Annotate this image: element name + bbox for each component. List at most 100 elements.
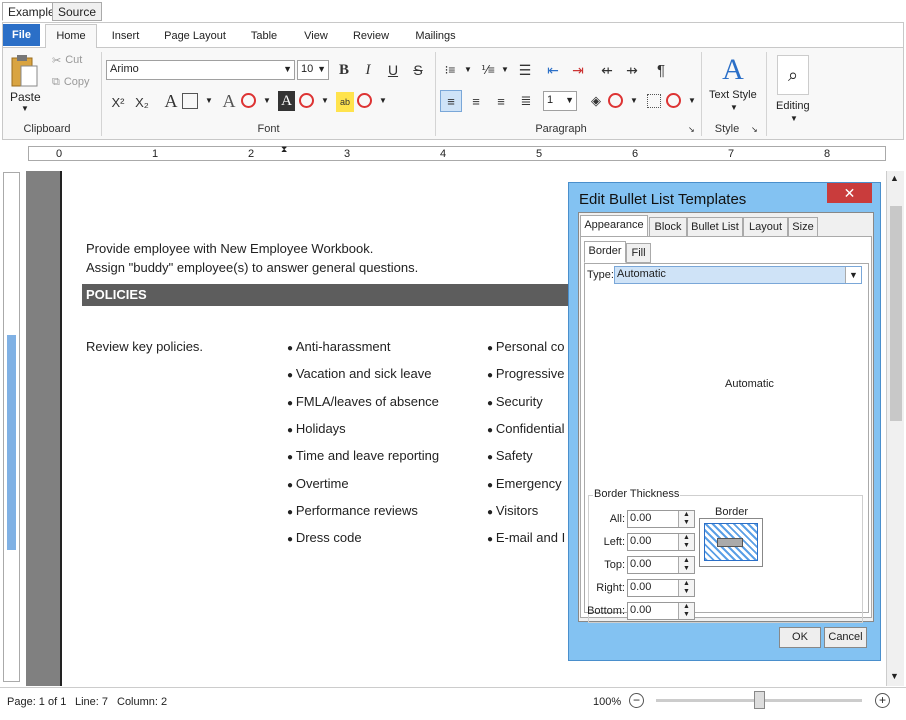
ruler-selection	[7, 335, 16, 550]
chevron-down-icon[interactable]: ▼	[379, 96, 387, 105]
line-spacing-combo[interactable]: 1 ▼	[543, 91, 577, 111]
font-color-button[interactable]: A	[162, 90, 180, 112]
no-color-icon[interactable]	[299, 93, 314, 108]
zoom-in-icon[interactable]: +	[875, 693, 890, 708]
chevron-down-icon[interactable]: ▼	[501, 65, 509, 74]
dialog-body: Appearance Block Bullet List Layout Size…	[578, 212, 874, 623]
indent-left-button[interactable]: ⇷	[598, 60, 616, 80]
strikethrough-button[interactable]: S	[410, 60, 426, 80]
thickness-spinner[interactable]: 0.00 ▲ ▼	[627, 510, 695, 528]
increase-indent-button[interactable]: ⇥	[569, 60, 587, 80]
spinner-arrows-icon[interactable]: ▲ ▼	[678, 580, 694, 596]
tab-border[interactable]: Border	[584, 241, 626, 263]
thickness-spinner[interactable]: 0.00 ▲ ▼	[627, 579, 695, 597]
ok-button[interactable]: OK	[779, 627, 821, 648]
spinner-arrows-icon[interactable]: ▲ ▼	[678, 534, 694, 550]
no-color-icon[interactable]	[666, 93, 681, 108]
indent-marker[interactable]: ⧗	[281, 144, 287, 155]
scroll-up-icon[interactable]: ▲	[890, 173, 899, 183]
no-color-icon[interactable]	[357, 93, 372, 108]
chevron-down-icon[interactable]: ▼	[464, 65, 472, 74]
chevron-down-icon[interactable]: ▼	[263, 96, 271, 105]
border-icon[interactable]	[182, 93, 198, 109]
chevron-down-icon[interactable]: ▼	[21, 104, 29, 113]
align-right-button[interactable]: ≡	[492, 91, 510, 111]
spinner-arrows-icon[interactable]: ▲ ▼	[678, 511, 694, 527]
no-color-icon[interactable]	[241, 93, 256, 108]
thickness-spinner[interactable]: 0.00 ▲ ▼	[627, 556, 695, 574]
italic-button[interactable]: I	[360, 60, 376, 80]
policies-heading: POLICIES	[82, 284, 572, 306]
pilcrow-button[interactable]: ¶	[652, 60, 670, 80]
close-icon[interactable]: ✕	[827, 183, 872, 203]
tab-layout[interactable]: Layout	[743, 217, 788, 237]
tab-view[interactable]: View	[295, 25, 337, 47]
cancel-button[interactable]: Cancel	[824, 627, 867, 648]
cut-button[interactable]: ✂ Cut	[52, 54, 82, 67]
tab-source[interactable]: Source	[52, 2, 103, 21]
underline-button[interactable]: U	[385, 60, 401, 80]
chevron-down-icon[interactable]: ▼	[730, 103, 738, 112]
text-outline-button[interactable]: A	[220, 90, 238, 112]
no-color-icon[interactable]	[608, 93, 623, 108]
chevron-down-icon[interactable]: ▼	[630, 96, 638, 105]
tab-page-layout[interactable]: Page Layout	[156, 25, 234, 47]
tab-appearance[interactable]: Appearance	[580, 215, 648, 237]
shading-button[interactable]: ◈	[587, 91, 605, 111]
bold-button[interactable]: B	[336, 60, 352, 80]
zoom-out-icon[interactable]: −	[629, 693, 644, 708]
indent-right-button[interactable]: ⇸	[623, 60, 641, 80]
spinner-arrows-icon[interactable]: ▲ ▼	[678, 603, 694, 619]
dialog-launcher-icon[interactable]: ↘	[688, 125, 695, 134]
highlight-button[interactable]: ab	[336, 92, 354, 112]
chevron-down-icon[interactable]: ▼	[688, 96, 696, 105]
numbering-button[interactable]: ⅟≡	[479, 60, 497, 80]
zoom-slider-thumb[interactable]	[754, 691, 765, 709]
spinner-arrows-icon[interactable]: ▲ ▼	[678, 557, 694, 573]
text-highlight-button[interactable]: A	[278, 91, 295, 111]
type-select[interactable]: Automatic ▼	[614, 266, 862, 284]
tab-mailings[interactable]: Mailings	[408, 25, 463, 47]
font-size-combo[interactable]: 10 ▼	[297, 60, 329, 80]
dialog-launcher-icon[interactable]: ↘	[751, 125, 758, 134]
justify-button[interactable]: ≣	[517, 91, 535, 111]
tab-insert[interactable]: Insert	[103, 25, 148, 47]
align-center-button[interactable]: ≡	[467, 91, 485, 111]
zoom-level: 100%	[593, 696, 622, 708]
type-label: Type:	[587, 269, 614, 281]
tab-block[interactable]: Block	[649, 217, 687, 237]
scroll-down-icon[interactable]: ▼	[890, 671, 899, 681]
vertical-scrollbar[interactable]: ▲ ▼	[886, 171, 904, 686]
thickness-spinner[interactable]: 0.00 ▲ ▼	[627, 602, 695, 620]
superscript-button[interactable]: X²	[109, 92, 127, 112]
align-left-button[interactable]: ≡	[440, 90, 462, 112]
editing-label[interactable]: Editing	[776, 100, 810, 112]
clipboard-group-label: Clipboard	[23, 123, 71, 135]
tab-table[interactable]: Table	[243, 25, 285, 47]
scrollbar-thumb[interactable]	[890, 206, 902, 421]
ruler-number: 6	[632, 148, 639, 160]
tab-size[interactable]: Size	[788, 217, 818, 237]
subscript-button[interactable]: X₂	[133, 92, 151, 112]
font-name-combo[interactable]: Arimo ▼	[106, 60, 295, 80]
tab-file[interactable]: File	[3, 24, 40, 46]
multilevel-list-button[interactable]: ☰	[516, 60, 534, 80]
tab-home[interactable]: Home	[45, 24, 97, 48]
thickness-spinner[interactable]: 0.00 ▲ ▼	[627, 533, 695, 551]
tab-bullet-list[interactable]: Bullet List	[687, 217, 743, 237]
tab-fill[interactable]: Fill	[626, 243, 651, 263]
decrease-indent-button[interactable]: ⇤	[544, 60, 562, 80]
bullets-button[interactable]: ⁝≡	[442, 60, 458, 80]
thickness-label: Bottom:	[587, 605, 625, 617]
chevron-down-icon[interactable]: ▼	[845, 267, 861, 283]
bullet-item: ● Holidays	[287, 421, 346, 436]
chevron-down-icon[interactable]: ▼	[790, 114, 798, 123]
text-style-icon[interactable]: A	[715, 52, 751, 88]
borders-button[interactable]	[647, 94, 661, 108]
copy-button[interactable]: ⧉ Copy	[52, 76, 90, 89]
tab-review[interactable]: Review	[345, 25, 397, 47]
chevron-down-icon[interactable]: ▼	[321, 96, 329, 105]
paste-button[interactable]	[8, 52, 40, 92]
chevron-down-icon[interactable]: ▼	[205, 96, 213, 105]
binoculars-icon[interactable]: ⌕	[777, 55, 809, 95]
